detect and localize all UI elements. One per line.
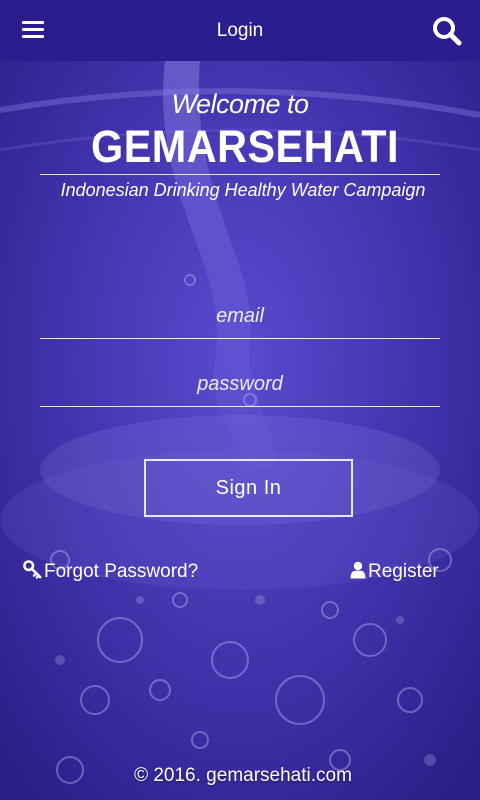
register-link[interactable]: Register — [350, 559, 439, 585]
tagline: Indonesian Drinking Healthy Water Campai… — [60, 180, 426, 200]
title-divider — [40, 174, 440, 175]
page-title: Login — [216, 20, 264, 41]
user-icon — [350, 561, 366, 579]
welcome-text: Welcome to — [171, 89, 309, 119]
login-content: Welcome to GEMARSEHATI Indonesian Drinki… — [0, 61, 480, 800]
sign-in-button[interactable]: Sign In — [144, 459, 353, 517]
password-field[interactable] — [40, 363, 440, 407]
key-icon — [23, 560, 42, 579]
email-field[interactable] — [40, 295, 440, 339]
forgot-password-label: Forgot Password? — [44, 561, 199, 582]
login-screen: Login Welcome to GEMARSEHATI Indonesian … — [0, 0, 480, 800]
top-app-bar: Login — [0, 0, 480, 61]
forgot-password-link[interactable]: Forgot Password? — [23, 559, 198, 585]
copyright-footer: © 2016. gemarsehati.com — [134, 765, 352, 786]
brand-title: GEMARSEHATI — [91, 121, 399, 172]
register-label: Register — [368, 561, 439, 582]
search-icon[interactable] — [431, 15, 463, 47]
